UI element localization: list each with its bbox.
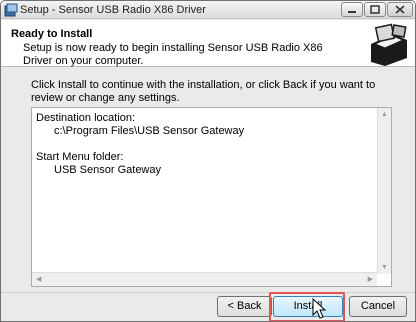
maximize-button[interactable] — [364, 2, 386, 17]
wizard-header: Ready to Install Setup is now ready to b… — [1, 20, 415, 67]
setup-window: Setup - Sensor USB Radio X86 Driver Read… — [0, 0, 416, 322]
start-menu-value: USB Sensor Gateway — [54, 164, 161, 176]
scroll-up-icon[interactable]: ▲ — [381, 111, 388, 118]
destination-label: Destination location: — [36, 112, 136, 124]
footer-divider — [1, 292, 415, 293]
scroll-down-icon[interactable]: ▼ — [381, 264, 388, 271]
scroll-right-icon[interactable]: ▶ — [368, 276, 373, 283]
back-button[interactable]: < Back — [217, 296, 272, 317]
intro-text: Click Install to continue with the insta… — [31, 79, 376, 104]
title-bar[interactable]: Setup - Sensor USB Radio X86 Driver — [1, 1, 415, 19]
page-title: Ready to Install — [11, 28, 93, 40]
vertical-scrollbar[interactable]: ▲ ▼ — [377, 108, 391, 274]
maximize-icon — [370, 5, 380, 14]
close-button[interactable] — [387, 2, 413, 17]
cancel-button[interactable]: Cancel — [349, 296, 407, 317]
setup-app-icon — [4, 3, 18, 17]
minimize-icon — [348, 11, 356, 13]
close-icon — [395, 5, 405, 14]
memo-spacer — [36, 138, 371, 151]
window-title: Setup - Sensor USB Radio X86 Driver — [20, 4, 206, 16]
memo-content: Destination location: c:\Program Files\U… — [36, 112, 371, 177]
minimize-button[interactable] — [341, 2, 363, 17]
mouse-pointer-icon — [312, 298, 326, 319]
start-menu-label: Start Menu folder: — [36, 151, 124, 163]
horizontal-scrollbar[interactable]: ◀ ▶ — [32, 272, 377, 286]
install-button[interactable]: Install — [273, 296, 343, 317]
ready-memo[interactable]: Destination location: c:\Program Files\U… — [31, 107, 392, 287]
setup-wizard-icon — [363, 22, 413, 66]
page-subtitle: Setup is now ready to begin installing S… — [23, 42, 323, 67]
destination-value: c:\Program Files\USB Sensor Gateway — [54, 125, 245, 137]
scroll-left-icon[interactable]: ◀ — [36, 276, 41, 283]
